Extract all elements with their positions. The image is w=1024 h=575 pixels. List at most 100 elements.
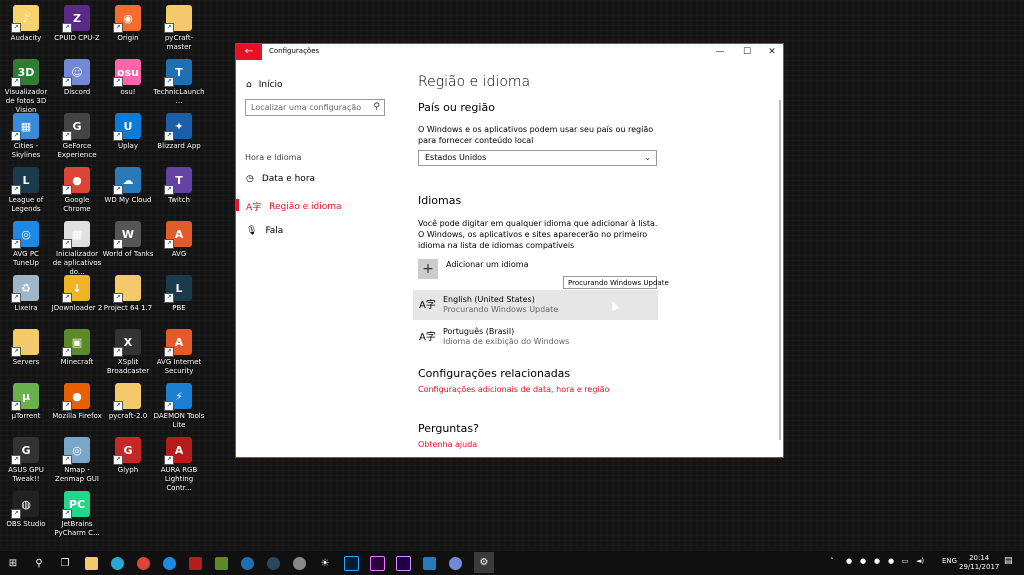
search-icon[interactable]: ⚲ [30, 554, 48, 572]
desktop-icon[interactable]: ◍ ↗ OBS Studio [0, 491, 52, 529]
additional-settings-link[interactable]: Configurações adicionais de data, hora e… [418, 385, 609, 394]
discord-icon[interactable] [446, 554, 464, 572]
get-help-link[interactable]: Obtenha ajuda [418, 440, 477, 449]
start-button[interactable]: ⊞ [4, 554, 22, 572]
desktop-icon[interactable]: osu ↗ osu! [102, 59, 154, 97]
desktop-icon[interactable]: X ↗ XSplit Broadcaster [102, 329, 154, 376]
desktop-icon[interactable]: A ↗ AVG Internet Security [153, 329, 205, 376]
desktop-icon[interactable]: Z ↗ CPUID CPU-Z [51, 5, 103, 43]
desktop-icon[interactable]: L ↗ League of Legends [0, 167, 52, 214]
premiere-icon[interactable] [368, 554, 386, 572]
language-item-portuguese[interactable]: A字 Português (Brasil) Idioma de exibição… [413, 322, 658, 352]
app-icon[interactable] [290, 554, 308, 572]
nav-item-speech[interactable]: 🎙 Fala [246, 226, 283, 236]
desktop-icon[interactable]: ↗ Servers [0, 329, 52, 367]
desktop-icon-label: Origin [117, 34, 139, 42]
desktop-icon[interactable]: ♪ ↗ Audacity [0, 5, 52, 43]
desktop-icon[interactable]: ☁ ↗ WD My Cloud [102, 167, 154, 205]
close-button[interactable]: ✕ [760, 44, 783, 60]
tray-icon[interactable]: ● [888, 557, 894, 565]
minimize-button[interactable]: — [708, 44, 732, 60]
search-input[interactable]: Localizar uma configuração ⚲ [245, 99, 385, 116]
edge-icon[interactable] [160, 554, 178, 572]
language-item-english[interactable]: A字 English (United States) Procurando Wi… [413, 290, 658, 320]
shortcut-arrow-icon: ↗ [113, 131, 123, 141]
desktop-icon[interactable]: G ↗ Glyph [102, 437, 154, 475]
desktop-icon[interactable]: ↗ Project 64 1.7 [102, 275, 154, 313]
app-icon[interactable] [186, 554, 204, 572]
app-icon: ☁ ↗ [113, 167, 141, 195]
back-button[interactable]: ← [236, 44, 262, 60]
app-icon[interactable] [108, 554, 126, 572]
minecraft-icon[interactable] [212, 554, 230, 572]
sun-icon[interactable]: ☀ [316, 554, 334, 572]
cloud-icon[interactable] [420, 554, 438, 572]
search-placeholder: Localizar uma configuração [251, 103, 362, 112]
desktop-icon[interactable]: ✦ ↗ Blizzard App [153, 113, 205, 151]
desktop-icon[interactable]: 3D ↗ Visualizador de fotos 3D Vision [0, 59, 52, 115]
desktop-icon[interactable]: A ↗ AURA RGB Lighting Contr... [153, 437, 205, 493]
desktop-icon[interactable]: T ↗ TechnicLaunch... [153, 59, 205, 106]
nav-item-region-language[interactable]: A字 Região e idioma [246, 200, 342, 214]
language-indicator[interactable]: ENG [942, 557, 957, 565]
steam-icon[interactable] [264, 554, 282, 572]
desktop-icon[interactable]: ◉ ↗ Origin [102, 5, 154, 43]
tray-icon[interactable]: ● [846, 557, 852, 565]
clock[interactable]: 20:14 29/11/2017 [959, 554, 999, 572]
desktop-icon[interactable]: ▦ ↗ Inicializador de aplicativos do... [51, 221, 103, 277]
desktop-icon[interactable]: ↗ pyCraft-master [153, 5, 205, 52]
settings-icon[interactable]: ⚙ [474, 552, 494, 573]
questions-heading: Perguntas? [418, 422, 479, 435]
app-icon: ↗ [11, 329, 39, 357]
app-icon: osu ↗ [113, 59, 141, 87]
desktop-icon[interactable]: L ↗ PBE [153, 275, 205, 313]
desktop-icon[interactable]: ◎ ↗ Nmap - Zenmap GUI [51, 437, 103, 484]
desktop-icon[interactable]: T ↗ Twitch [153, 167, 205, 205]
shortcut-arrow-icon: ↗ [11, 347, 21, 357]
desktop-icon-label: Nmap - Zenmap GUI [55, 466, 99, 483]
task-view-icon[interactable]: ❐ [56, 554, 74, 572]
desktop-icon[interactable]: ▣ ↗ Minecraft [51, 329, 103, 367]
desktop-icon[interactable]: G ↗ ASUS GPU Tweak!! [0, 437, 52, 484]
desktop-icon[interactable]: ↓ ↗ JDownloader 2 [51, 275, 103, 313]
app-icon: L ↗ [164, 275, 192, 303]
shortcut-arrow-icon: ↗ [11, 239, 21, 249]
volume-icon[interactable]: ◄) [916, 557, 924, 565]
desktop-icon[interactable]: ↗ pycraft-2.0 [102, 383, 154, 421]
desktop-icon[interactable]: ☺ ↗ Discord [51, 59, 103, 97]
technic-icon[interactable] [238, 554, 256, 572]
nav-item-date-time[interactable]: ◷ Data e hora [246, 174, 315, 184]
maximize-button[interactable]: ☐ [735, 44, 759, 60]
notification-icon[interactable]: ▤ [1004, 556, 1013, 566]
desktop-icon[interactable]: ▦ ↗ Cities - Skylines [0, 113, 52, 160]
desktop-icon-label: XSplit Broadcaster [106, 358, 150, 375]
desktop-icon[interactable]: A ↗ AVG [153, 221, 205, 259]
file-explorer-icon[interactable] [82, 554, 100, 572]
desktop-icon[interactable]: ♻ ↗ Lixeira [0, 275, 52, 313]
app-icon: ◎ ↗ [62, 437, 90, 465]
tray-icon[interactable]: ● [860, 557, 866, 565]
nav-home[interactable]: ⌂ Início [246, 80, 283, 90]
add-language-button[interactable]: + Adicionar um idioma [418, 259, 528, 279]
desktop-icon[interactable]: µ ↗ µTorrent [0, 383, 52, 421]
network-icon[interactable]: ▭ [902, 557, 909, 565]
desktop-icon[interactable]: W ↗ World of Tanks [102, 221, 154, 259]
desktop-icon-label: osu! [120, 88, 136, 96]
desktop-icon[interactable]: ● ↗ Mozilla Firefox [51, 383, 103, 421]
desktop-icon[interactable]: ◎ ↗ AVG PC TuneUp [0, 221, 52, 268]
tray-icon[interactable]: ● [874, 557, 880, 565]
app-icon: ↗ [164, 5, 192, 33]
photoshop-icon[interactable] [342, 554, 360, 572]
country-dropdown[interactable]: Estados Unidos ⌄ [418, 150, 657, 166]
desktop-icon[interactable]: PC ↗ JetBrains PyCharm C... [51, 491, 103, 538]
desktop-icon[interactable]: ● ↗ Google Chrome [51, 167, 103, 214]
chrome-icon[interactable] [134, 554, 152, 572]
scrollbar[interactable] [779, 100, 781, 440]
desktop-icon[interactable]: G ↗ GeForce Experience [51, 113, 103, 160]
desktop-icon-label: pycraft-2.0 [108, 412, 148, 420]
chevron-up-icon[interactable]: ˄ [830, 557, 834, 565]
desktop-icon[interactable]: ⚡ ↗ DAEMON Tools Lite [153, 383, 205, 430]
after-effects-icon[interactable] [394, 554, 412, 572]
desktop-icon[interactable]: U ↗ Uplay [102, 113, 154, 151]
nav-group-title: Hora e Idioma [245, 153, 302, 162]
